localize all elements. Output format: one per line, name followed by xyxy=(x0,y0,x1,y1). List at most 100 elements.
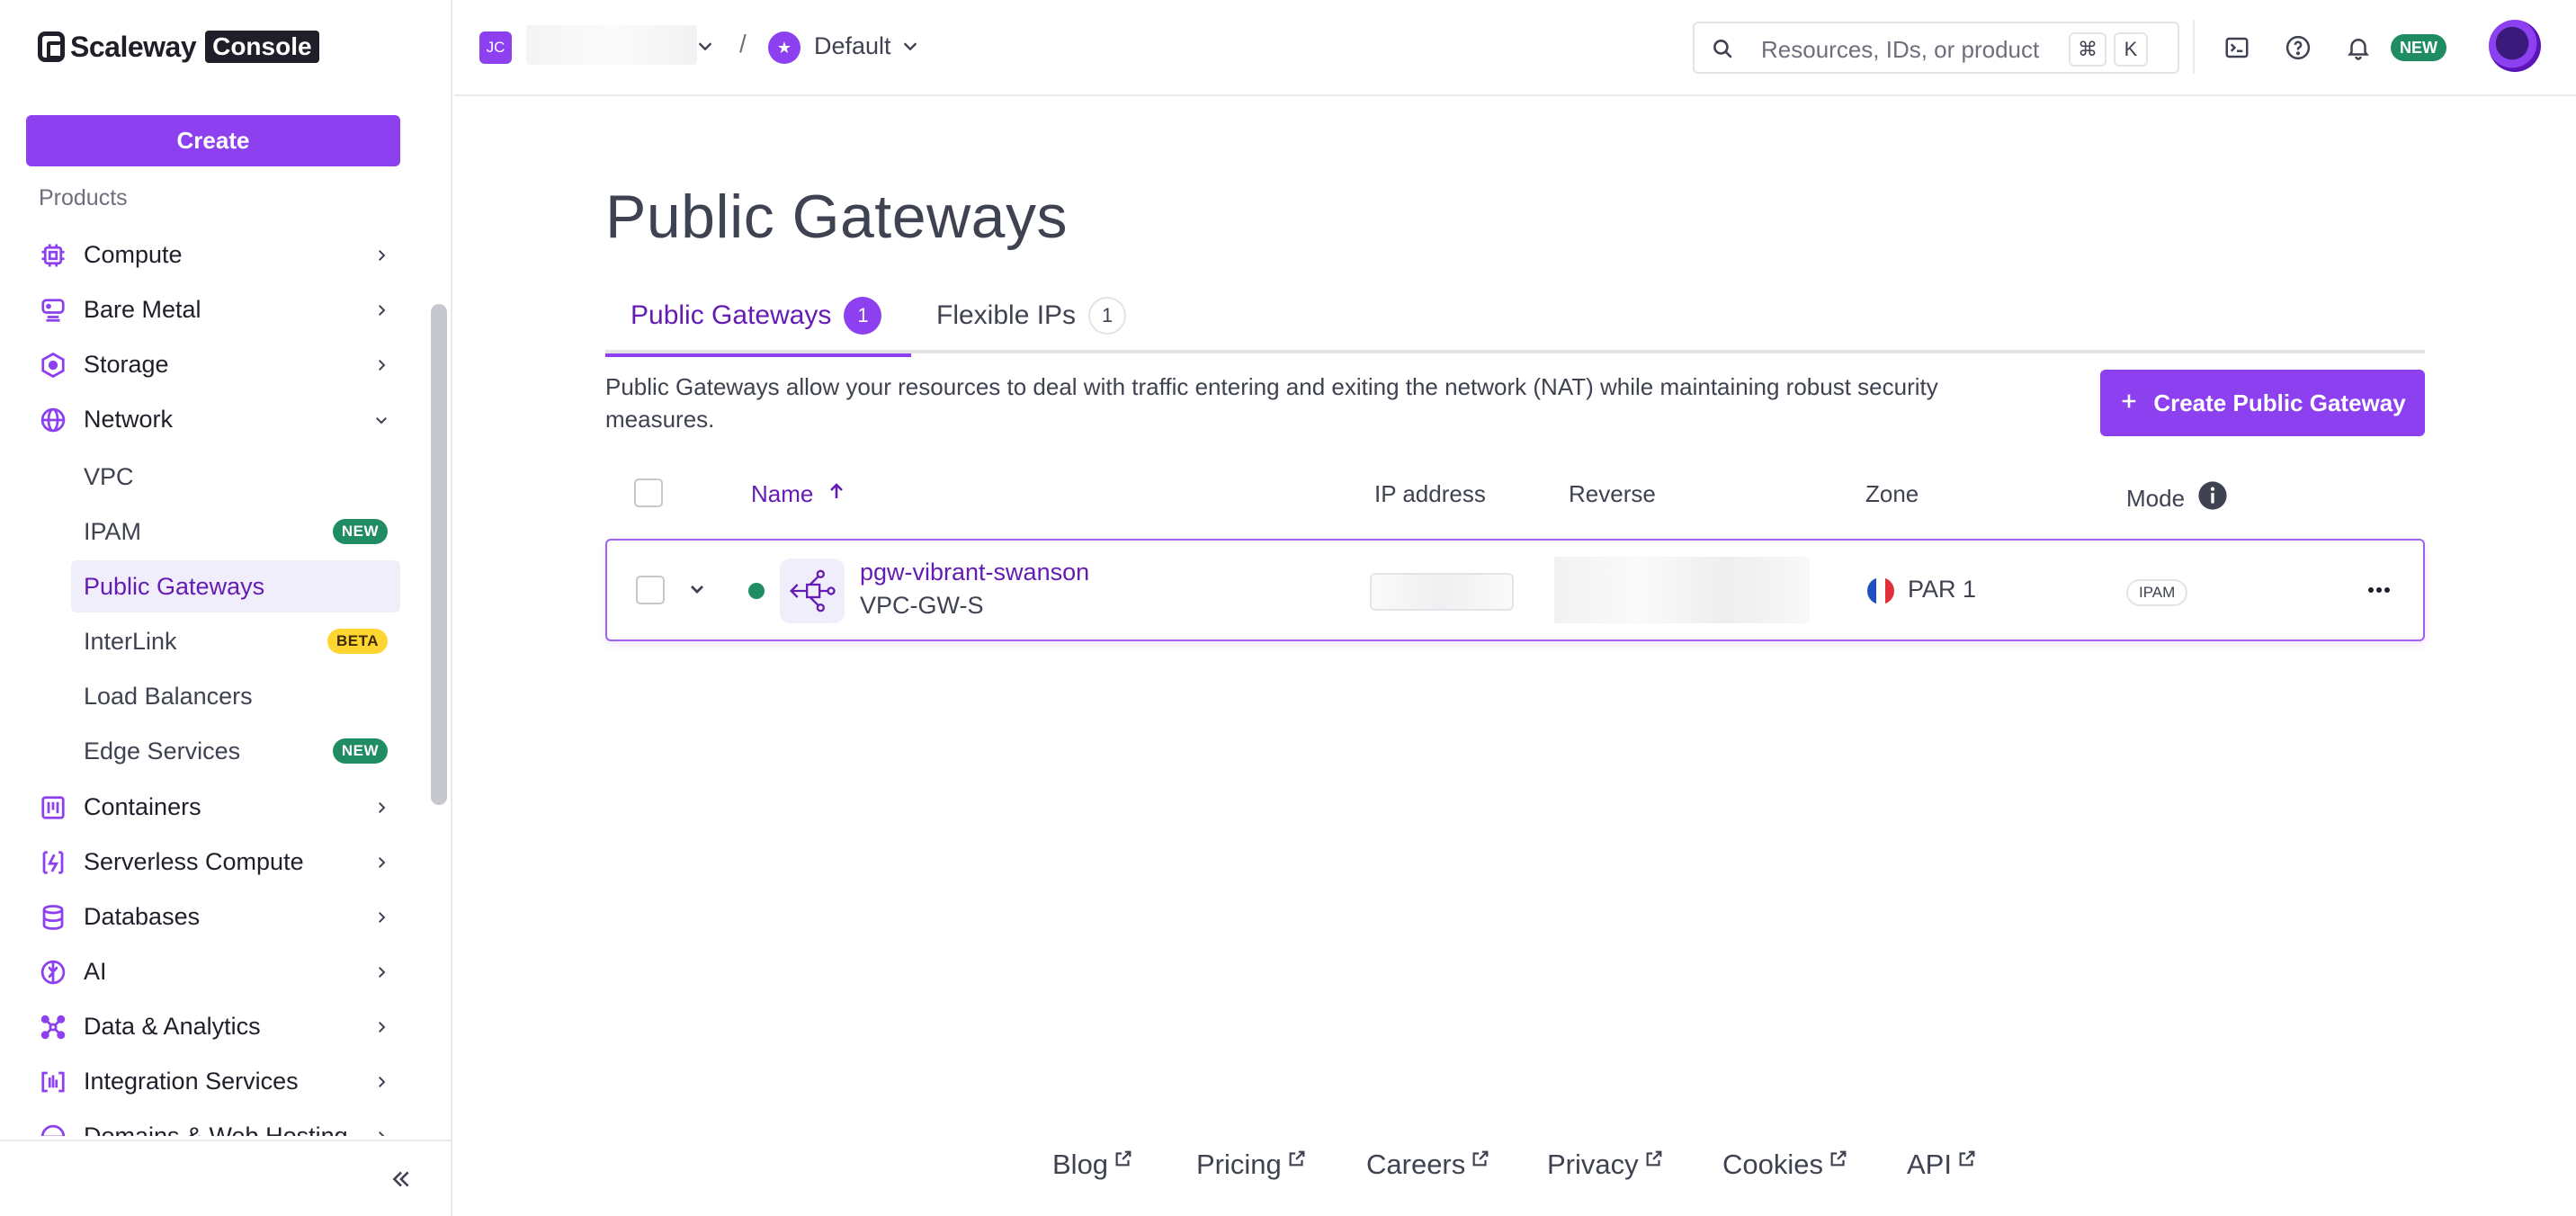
ip-address-redacted[interactable] xyxy=(1370,573,1514,611)
create-public-gateway-label: Create Public Gateway xyxy=(2153,389,2406,416)
help-icon[interactable] xyxy=(2283,32,2313,63)
tab-count-badge: 1 xyxy=(1088,297,1127,335)
table-row[interactable]: pgw-vibrant-swanson VPC-GW-S PAR 1 IPAM xyxy=(605,539,2425,641)
sidebar-subitem-label: Public Gateways xyxy=(84,572,265,600)
chevron-right-icon xyxy=(371,907,392,928)
hexagon-storage-icon xyxy=(39,351,67,380)
sidebar-subitem-interlink[interactable]: InterLink BETA xyxy=(71,615,400,667)
france-flag-icon xyxy=(1867,577,1894,604)
create-public-gateway-button[interactable]: Create Public Gateway xyxy=(2100,370,2425,436)
analytics-icon xyxy=(39,1013,67,1042)
products-heading: Products xyxy=(39,185,128,210)
product-nav: Compute Bare Metal Storage Network VPC I… xyxy=(0,228,423,1136)
external-link-icon xyxy=(1289,1150,1305,1167)
globe-icon xyxy=(39,406,67,434)
footer-link-cookies[interactable]: Cookies xyxy=(1722,1149,1848,1181)
sidebar-item-storage[interactable]: Storage xyxy=(0,337,423,392)
sidebar-subitem-edge-services[interactable]: Edge Services NEW xyxy=(71,725,400,777)
footer-link-pricing[interactable]: Pricing xyxy=(1196,1149,1307,1181)
external-link-icon xyxy=(1646,1150,1662,1167)
column-header-reverse: Reverse xyxy=(1569,480,1656,507)
footer-link-blog[interactable]: Blog xyxy=(1052,1149,1133,1181)
organization-name-redacted[interactable] xyxy=(526,25,697,65)
sidebar-footer xyxy=(0,1140,452,1216)
column-header-label: Name xyxy=(751,480,814,507)
sidebar: Scaleway Console Create Products Compute… xyxy=(0,0,452,1216)
sidebar-item-serverless-compute[interactable]: Serverless Compute xyxy=(0,835,423,890)
sidebar-item-label: Bare Metal xyxy=(84,296,201,323)
sidebar-item-databases[interactable]: Databases xyxy=(0,890,423,944)
select-all-checkbox[interactable] xyxy=(634,478,663,507)
external-link-icon xyxy=(1472,1150,1489,1167)
user-avatar[interactable] xyxy=(2489,20,2541,72)
breadcrumb-separator: / xyxy=(739,30,747,58)
sidebar-scrollbar[interactable] xyxy=(431,304,447,805)
mode-badge: IPAM xyxy=(2126,579,2188,606)
bell-icon[interactable] xyxy=(2343,32,2374,63)
chevron-right-icon xyxy=(371,1071,392,1093)
sidebar-subitem-label: InterLink xyxy=(84,627,177,655)
sidebar-subitem-public-gateways[interactable]: Public Gateways xyxy=(71,560,400,612)
footer-link-label: Careers xyxy=(1366,1149,1466,1180)
footer-link-privacy[interactable]: Privacy xyxy=(1547,1149,1664,1181)
server-icon xyxy=(39,296,67,325)
sidebar-item-network[interactable]: Network xyxy=(0,392,423,447)
expand-row-chevron-icon[interactable] xyxy=(686,578,708,604)
row-checkbox[interactable] xyxy=(636,576,665,604)
sidebar-item-compute[interactable]: Compute xyxy=(0,228,423,282)
footer-link-label: Cookies xyxy=(1722,1149,1823,1180)
chevron-right-icon xyxy=(371,852,392,873)
sidebar-item-domains-web-hosting[interactable]: Domains & Web Hosting xyxy=(0,1109,423,1136)
info-icon[interactable] xyxy=(2197,480,2228,517)
external-link-icon xyxy=(1959,1150,1975,1167)
sidebar-item-label: Databases xyxy=(84,903,201,930)
chevron-right-icon xyxy=(371,1126,392,1136)
sidebar-item-label: AI xyxy=(84,958,107,985)
chevron-down-icon[interactable] xyxy=(900,36,920,60)
sidebar-subitem-load-balancers[interactable]: Load Balancers xyxy=(71,670,400,722)
more-options-icon[interactable] xyxy=(2361,577,2397,604)
project-selector[interactable]: Default xyxy=(814,32,891,60)
sidebar-item-label: Integration Services xyxy=(84,1068,299,1095)
search-placeholder: Resources, IDs, or product xyxy=(1761,36,2040,63)
logo-wordmark: Scaleway xyxy=(70,30,197,63)
gateway-name-link[interactable]: pgw-vibrant-swanson xyxy=(860,559,1089,586)
scaleway-logo[interactable]: Scaleway Console xyxy=(38,27,319,67)
gateway-type: VPC-GW-S xyxy=(860,592,984,619)
tab-flexible-ips[interactable]: Flexible IPs 1 xyxy=(911,278,1151,353)
new-badge: NEW xyxy=(332,519,388,544)
search-input[interactable]: Resources, IDs, or product ⌘ K xyxy=(1693,22,2179,74)
terminal-icon[interactable] xyxy=(2222,32,2252,63)
chevron-right-icon xyxy=(371,245,392,266)
sidebar-item-bare-metal[interactable]: Bare Metal xyxy=(0,282,423,337)
footer-link-api[interactable]: API xyxy=(1907,1149,1977,1181)
organization-avatar[interactable]: JC xyxy=(479,31,512,64)
table-header: Name IP address Reverse Zone Mode xyxy=(605,458,2425,530)
chevron-right-icon xyxy=(371,354,392,376)
sidebar-subitem-label: VPC xyxy=(84,462,134,490)
main-content: Public Gateways Public Gateways 1 Flexib… xyxy=(454,98,2576,1216)
sidebar-subitem-vpc[interactable]: VPC xyxy=(71,451,400,503)
shortcut-key-k: K xyxy=(2114,32,2148,67)
external-link-icon xyxy=(1115,1150,1131,1167)
footer-link-careers[interactable]: Careers xyxy=(1366,1149,1490,1181)
collapse-sidebar-icon[interactable] xyxy=(387,1165,416,1194)
column-header-name[interactable]: Name xyxy=(751,480,847,508)
new-badge: NEW xyxy=(332,738,388,764)
scaleway-logo-icon xyxy=(38,31,65,62)
footer-link-label: API xyxy=(1907,1149,1952,1180)
sidebar-item-data-analytics[interactable]: Data & Analytics xyxy=(0,999,423,1054)
sidebar-item-label: Data & Analytics xyxy=(84,1013,261,1040)
sort-ascending-icon xyxy=(826,480,847,508)
create-button[interactable]: Create xyxy=(26,115,400,166)
reverse-dns-redacted xyxy=(1554,557,1810,623)
web-icon xyxy=(39,1122,67,1136)
sidebar-item-integration-services[interactable]: Integration Services xyxy=(0,1054,423,1109)
sidebar-subitem-ipam[interactable]: IPAM NEW xyxy=(71,505,400,558)
tab-public-gateways[interactable]: Public Gateways 1 xyxy=(605,278,911,357)
sidebar-item-label: Domains & Web Hosting xyxy=(84,1122,348,1136)
sidebar-item-label: Containers xyxy=(84,793,201,820)
chevron-down-icon[interactable] xyxy=(695,36,715,60)
sidebar-item-containers[interactable]: Containers xyxy=(0,780,423,835)
sidebar-item-ai[interactable]: AI xyxy=(0,944,423,999)
